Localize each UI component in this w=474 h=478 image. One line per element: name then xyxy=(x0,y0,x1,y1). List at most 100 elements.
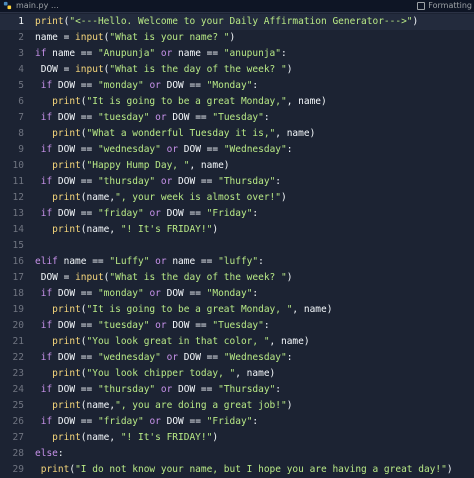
code-token: or xyxy=(155,48,179,59)
code-token: elif xyxy=(35,256,64,267)
code-token: : xyxy=(258,256,264,267)
code-text: DOW = input("What is the day of the week… xyxy=(35,270,293,286)
code-token: DOW == xyxy=(57,112,98,123)
file-tab[interactable]: main.py … xyxy=(16,0,59,12)
code-text: if DOW == "monday" or DOW == "Monday": xyxy=(35,286,258,302)
code-token: or xyxy=(160,144,184,155)
code-token: if xyxy=(40,144,58,155)
code-line[interactable]: 16 elif name == "Luffy" or name == "luffy… xyxy=(0,254,474,270)
line-number: 13 xyxy=(12,208,24,219)
line-number: 6 xyxy=(18,96,24,107)
code-token: DOW == xyxy=(57,416,98,427)
line-number: 27 xyxy=(12,432,24,443)
code-token: "Happy Hump Day, " xyxy=(86,160,190,171)
line-number: 11 xyxy=(12,176,24,187)
code-line[interactable]: 25 print(name,", you are doing a great j… xyxy=(0,398,474,414)
line-number: 10 xyxy=(12,160,24,171)
code-token: input xyxy=(75,32,104,43)
code-token: print xyxy=(52,160,81,171)
code-text: print("Happy Hump Day, ", name) xyxy=(35,158,229,174)
code-token: DOW == xyxy=(166,416,207,427)
code-token: input xyxy=(75,272,104,283)
code-line[interactable]: 1 print("<---Hello. Welcome to your Daily… xyxy=(0,14,474,30)
code-line[interactable]: 6 print("It is going to be a great Monda… xyxy=(0,94,474,110)
code-token: or xyxy=(143,288,167,299)
code-token: or xyxy=(143,416,167,427)
code-line[interactable]: 28 else: xyxy=(0,446,474,462)
code-line[interactable]: 4 DOW = input("What is the day of the we… xyxy=(0,62,474,78)
line-number: 7 xyxy=(18,112,24,123)
code-token: "wednesday" xyxy=(97,352,161,363)
code-token: , name) xyxy=(269,336,310,347)
file-tab-label: main.py xyxy=(16,1,49,10)
code-text: print("<---Hello. Welcome to your Daily … xyxy=(35,14,418,30)
code-token: "Wednesday" xyxy=(223,352,287,363)
code-line[interactable]: 14 print(name, "! It's FRIDAY!") xyxy=(0,222,474,238)
code-text: print("It is going to be a great Monday,… xyxy=(35,94,327,110)
line-number: 9 xyxy=(18,144,24,155)
code-token: DOW == xyxy=(57,80,98,91)
code-text: if DOW == "wednesday" or DOW == "Wednesd… xyxy=(35,350,293,366)
code-area[interactable]: 1 print("<---Hello. Welcome to your Daily… xyxy=(0,14,474,475)
tab-menu-ellipsis[interactable]: … xyxy=(51,1,59,10)
code-line[interactable]: 22 if DOW == "wednesday" or DOW == "Wedn… xyxy=(0,350,474,366)
code-text: if DOW == "friday" or DOW == "Friday": xyxy=(35,206,258,222)
code-token: "tuesday" xyxy=(97,320,150,331)
code-line[interactable]: 12 print(name,", your week is almost ove… xyxy=(0,190,474,206)
code-line[interactable]: 23 print("You look chipper today, ", nam… xyxy=(0,366,474,382)
code-token: print xyxy=(52,432,81,443)
code-line[interactable]: 21 print("You look great in that color, … xyxy=(0,334,474,350)
code-token: ) xyxy=(412,16,419,27)
code-token: DOW == xyxy=(166,208,207,219)
code-line[interactable]: 18 if DOW == "monday" or DOW == "Monday"… xyxy=(0,286,474,302)
code-token: "! It's FRIDAY!" xyxy=(120,224,213,235)
code-line[interactable]: 9 if DOW == "wednesday" or DOW == "Wedne… xyxy=(0,142,474,158)
code-token: print xyxy=(52,224,81,235)
code-line[interactable]: 13 if DOW == "friday" or DOW == "Friday"… xyxy=(0,206,474,222)
code-line[interactable]: 19 print("It is going to be a great Mond… xyxy=(0,302,474,318)
code-line[interactable]: 29 print("I do not know your name, but I… xyxy=(0,462,474,478)
code-token: if xyxy=(40,112,58,123)
line-number: 1 xyxy=(18,16,24,27)
code-token: or xyxy=(160,352,184,363)
code-token: DOW == xyxy=(183,144,224,155)
code-line[interactable]: 15 xyxy=(0,238,474,254)
line-number: 4 xyxy=(18,64,24,75)
line-number: 24 xyxy=(12,384,24,395)
code-token: name == xyxy=(63,256,110,267)
code-token: "What is your name? " xyxy=(109,32,230,43)
line-number: 21 xyxy=(12,336,24,347)
code-line[interactable]: 7 if DOW == "tuesday" or DOW == "Tuesday… xyxy=(0,110,474,126)
code-line[interactable]: 17 DOW = input("What is the day of the w… xyxy=(0,270,474,286)
code-line[interactable]: 10 print("Happy Hump Day, ", name) xyxy=(0,158,474,174)
code-editor-window: main.py … Formatting 1 print("<---Hello. … xyxy=(0,0,474,475)
code-token: , name) xyxy=(286,96,327,107)
code-line[interactable]: 20 if DOW == "tuesday" or DOW == "Tuesda… xyxy=(0,318,474,334)
code-line[interactable]: 2 name = input("What is your name? ") xyxy=(0,30,474,46)
code-token: "You look chipper today, " xyxy=(86,368,236,379)
code-line[interactable]: 27 print(name, "! It's FRIDAY!") xyxy=(0,430,474,446)
code-line[interactable]: 11 if DOW == "thursday" or DOW == "Thurs… xyxy=(0,174,474,190)
code-line[interactable]: 3 if name == "Anupunja" or name == "anupu… xyxy=(0,46,474,62)
code-token: if xyxy=(40,80,58,91)
line-number: 26 xyxy=(12,416,24,427)
code-token: DOW == xyxy=(172,320,213,331)
code-text: name = input("What is your name? ") xyxy=(35,30,235,46)
code-token: "I do not know your name, but I hope you… xyxy=(75,464,447,475)
code-line[interactable]: 26 if DOW == "friday" or DOW == "Friday"… xyxy=(0,414,474,430)
code-text: if DOW == "wednesday" or DOW == "Wednesd… xyxy=(35,142,293,158)
line-number: 25 xyxy=(12,400,24,411)
code-token: : xyxy=(286,144,293,155)
code-line[interactable]: 24 if DOW == "thursday" or DOW == "Thurs… xyxy=(0,382,474,398)
code-token: "Thursday" xyxy=(218,176,276,187)
code-line[interactable]: 5 if DOW == "monday" or DOW == "Monday": xyxy=(0,78,474,94)
code-text: if DOW == "monday" or DOW == "Monday": xyxy=(35,78,258,94)
code-token: "Luffy" xyxy=(109,256,150,267)
code-line[interactable]: 8 print("What a wonderful Tuesday it is,… xyxy=(0,126,474,142)
format-button[interactable]: Formatting xyxy=(417,0,472,12)
code-token: ) xyxy=(229,32,236,43)
